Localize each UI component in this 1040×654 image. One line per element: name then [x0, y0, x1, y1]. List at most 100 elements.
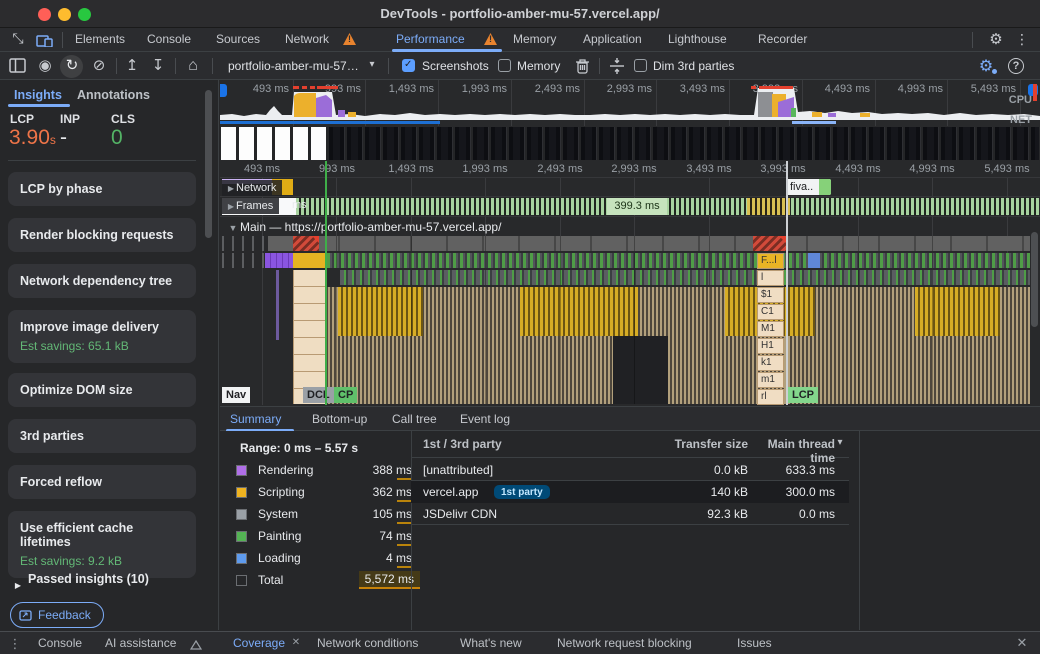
table-row[interactable]: JSDelivr CDN 92.3 kB 0.0 ms	[411, 503, 849, 525]
drawer-tab-network-conditions[interactable]: Network conditions	[317, 636, 418, 650]
drawer-tab-network-request-blocking[interactable]: Network request blocking	[557, 636, 692, 650]
memory-label: Memory	[517, 59, 560, 73]
flame-frame-label[interactable]: l	[757, 270, 784, 286]
upload-profile-button[interactable]	[123, 57, 141, 75]
record-and-reload-button[interactable]	[63, 57, 81, 75]
screenshots-checkbox[interactable]	[402, 59, 415, 72]
main-track-header[interactable]: Main — https://portfolio-amber-mu-57.ver…	[226, 220, 501, 234]
divider	[175, 58, 176, 74]
performance-toolbar: portfolio-amber-mu-57… Screenshots Memor…	[0, 52, 1040, 80]
divider	[388, 58, 389, 74]
tab-memory[interactable]: Memory	[513, 32, 556, 46]
flame-frame-label[interactable]: C1	[757, 304, 784, 320]
help-icon[interactable]: ?	[1008, 58, 1024, 74]
tab-call-tree[interactable]: Call tree	[392, 412, 437, 426]
ruler-tick: 4,993 ms	[895, 163, 969, 176]
tab-lighthouse[interactable]: Lighthouse	[668, 32, 727, 46]
insight-lcp-by-phase[interactable]: LCP by phase	[8, 172, 196, 206]
dim-3rd-parties-label: Dim 3rd parties	[653, 59, 734, 73]
download-profile-button[interactable]	[149, 57, 167, 75]
filmstrip[interactable]	[221, 127, 329, 160]
flame-frame-label[interactable]: m1	[757, 372, 784, 388]
inspect-element-icon[interactable]	[8, 30, 28, 47]
ruler-tick: 1,493 ms	[374, 163, 448, 176]
flame-frame-label[interactable]: $1	[757, 287, 784, 303]
table-header[interactable]: 1st / 3rd party Transfer size Main threa…	[411, 431, 849, 458]
titlebar: DevTools - portfolio-amber-mu-57.vercel.…	[0, 0, 1040, 28]
memory-checkbox[interactable]	[498, 59, 511, 72]
kebab-menu-icon[interactable]	[1014, 31, 1030, 48]
tab-application[interactable]: Application	[583, 32, 642, 46]
tab-elements[interactable]: Elements	[75, 32, 125, 46]
record-button[interactable]	[36, 57, 54, 75]
settings-gear-icon[interactable]	[986, 30, 1006, 48]
settings-notification-dot	[992, 69, 997, 74]
col-party: 1st / 3rd party	[423, 437, 502, 451]
tab-annotations[interactable]: Annotations	[77, 88, 150, 102]
insight-cache-lifetimes[interactable]: Use efficient cache lifetimesEst savings…	[8, 511, 196, 578]
frame-ms-fragment: ms	[292, 199, 307, 211]
divider	[599, 58, 600, 74]
insight-forced-reflow[interactable]: Forced reflow	[8, 465, 196, 499]
tab-insights[interactable]: Insights	[14, 88, 62, 102]
divider	[116, 58, 117, 74]
home-icon[interactable]	[184, 57, 202, 75]
overview-left-handle[interactable]	[220, 84, 227, 97]
long-task-marker	[317, 86, 338, 89]
tab-bottom-up[interactable]: Bottom-up	[312, 412, 367, 426]
timeline-scrollbar[interactable]	[1031, 232, 1038, 327]
performance-warning-icon	[484, 33, 497, 45]
legend-loading: Loading4 ms	[236, 551, 412, 569]
network-track-toggle[interactable]: Network	[222, 180, 282, 196]
dim-3rd-parties-checkbox[interactable]	[634, 59, 647, 72]
insight-network-dependency[interactable]: Network dependency tree	[8, 264, 196, 298]
drawer-tab-issues[interactable]: Issues	[737, 636, 772, 650]
tab-network[interactable]: Network	[285, 32, 329, 46]
table-row[interactable]: [unattributed] 0.0 kB 633.3 ms	[411, 459, 849, 481]
filmstrip[interactable]	[329, 127, 1039, 160]
legend-system: System105 ms	[236, 507, 412, 525]
long-frame-duration: 399.3 ms	[607, 198, 667, 215]
drawer-tab-coverage[interactable]: Coverage	[233, 636, 285, 650]
flame-frame-label[interactable]: rl	[757, 389, 784, 405]
close-drawer-icon[interactable]	[1014, 635, 1030, 651]
drawer-tab-whats-new[interactable]: What's new	[460, 636, 522, 650]
drawer-kebab-menu-icon[interactable]	[8, 636, 22, 652]
legend-painting: Painting74 ms	[236, 529, 412, 547]
tab-summary[interactable]: Summary	[230, 412, 281, 426]
drawer-tab-ai-assistance[interactable]: AI assistance	[105, 636, 176, 650]
insight-dom-size[interactable]: Optimize DOM size	[8, 373, 196, 407]
tab-performance[interactable]: Performance	[396, 32, 465, 46]
tab-sources[interactable]: Sources	[216, 32, 260, 46]
close-coverage-icon[interactable]	[290, 637, 302, 648]
clear-recording-button[interactable]	[90, 57, 108, 75]
passed-insights-toggle[interactable]: Passed insights (10)	[28, 572, 149, 586]
fit-to-window-icon[interactable]	[608, 57, 626, 75]
tab-recorder[interactable]: Recorder	[758, 32, 807, 46]
insight-image-delivery[interactable]: Improve image deliveryEst savings: 65.1 …	[8, 310, 196, 363]
insight-3rd-parties[interactable]: 3rd parties	[8, 419, 196, 453]
collect-garbage-icon[interactable]	[574, 58, 591, 74]
frames-strip[interactable]	[296, 198, 1039, 215]
table-row[interactable]: vercel.app1st party 140 kB 300.0 ms	[411, 481, 849, 503]
page-selector-dropdown[interactable]: portfolio-amber-mu-57…	[228, 59, 359, 73]
ruler-tick: 4,493 ms	[821, 163, 895, 176]
main-flame-chart[interactable]: F...l l $1 C1 M1 H1 k1 m1 rl Nav DCL CP …	[220, 236, 1031, 405]
device-toolbar-icon[interactable]	[36, 35, 54, 47]
frames-track-toggle[interactable]: Frames	[222, 198, 279, 214]
tab-console[interactable]: Console	[147, 32, 191, 46]
cpu-overview-chart[interactable]	[220, 84, 1040, 120]
drawer-tab-console[interactable]: Console	[38, 636, 82, 650]
network-request-chip[interactable]: fiva..	[786, 179, 831, 195]
flame-frame-label[interactable]: F...l	[757, 253, 784, 269]
tab-event-log[interactable]: Event log	[460, 412, 510, 426]
flame-frame-label[interactable]: M1	[757, 321, 784, 337]
insight-render-blocking[interactable]: Render blocking requests	[8, 218, 196, 252]
screenshots-label: Screenshots	[422, 59, 489, 73]
feedback-button[interactable]: Feedback	[10, 602, 104, 628]
toggle-sidebar-icon[interactable]	[9, 58, 26, 73]
flame-frame-label[interactable]: H1	[757, 338, 784, 354]
sidebar-scrollbar[interactable]	[205, 90, 212, 238]
parse-html-stack	[293, 270, 326, 404]
flame-frame-label[interactable]: k1	[757, 355, 784, 371]
